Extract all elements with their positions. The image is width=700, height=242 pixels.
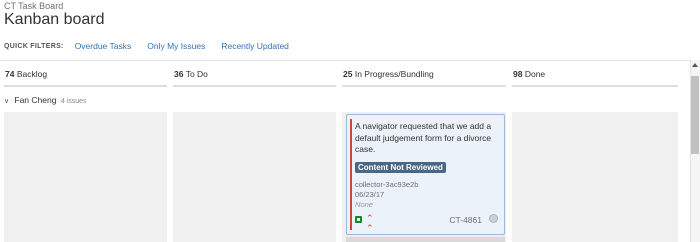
- issue-key[interactable]: CT-4861: [449, 215, 482, 225]
- column-header-in-progress: 25 In Progress/Bundling: [342, 62, 506, 87]
- priority-highest-icon: ⌃ ⌃: [366, 213, 374, 233]
- filter-overdue-tasks[interactable]: Overdue Tasks: [75, 41, 132, 51]
- column-header-done: 98 Done: [512, 62, 678, 87]
- swimlane-name: Fan Cheng: [14, 95, 57, 105]
- column-header-todo: 36 To Do: [173, 62, 336, 87]
- column-backlog: [4, 112, 167, 242]
- column-count: 98: [513, 69, 523, 79]
- issue-reporter: collector-3ac93e2b: [355, 180, 419, 189]
- scroll-up-icon[interactable]: [692, 63, 698, 67]
- column-name: Backlog: [16, 69, 48, 79]
- avatar: [489, 214, 498, 223]
- column-done: [512, 112, 678, 242]
- priority-bar: [350, 119, 352, 230]
- card-placeholder: [346, 237, 505, 242]
- column-count: 25: [343, 69, 353, 79]
- column-name: To Do: [185, 69, 208, 79]
- quick-filters: QUICK FILTERS: Overdue Tasks Only My Iss…: [4, 40, 305, 52]
- swimlane-header[interactable]: ∨ Fan Cheng 4 issues: [4, 95, 87, 105]
- column-count: 36: [174, 69, 184, 79]
- issue-card[interactable]: A navigator requested that we add a defa…: [346, 114, 505, 235]
- filter-only-my-issues[interactable]: Only My Issues: [147, 41, 205, 51]
- chevron-down-icon[interactable]: ∨: [4, 97, 12, 105]
- page-title: Kanban board: [4, 11, 105, 28]
- column-count: 74: [5, 69, 15, 79]
- column-name: In Progress/Bundling: [354, 69, 434, 79]
- column-header-backlog: 74 Backlog: [4, 62, 167, 87]
- issue-assignee-field: None: [355, 200, 373, 209]
- quick-filters-label: QUICK FILTERS:: [4, 42, 64, 50]
- story-icon: [355, 216, 362, 223]
- breadcrumb[interactable]: CT Task Board: [4, 1, 63, 11]
- header-divider: [0, 60, 700, 61]
- column-todo: [173, 112, 336, 242]
- issue-date: 06/23/17: [355, 190, 385, 199]
- filter-recently-updated[interactable]: Recently Updated: [221, 41, 289, 51]
- status-badge: Content Not Reviewed: [355, 162, 446, 173]
- column-name: Done: [524, 69, 546, 79]
- issue-summary: A navigator requested that we add a defa…: [355, 121, 492, 154]
- swimlane-issue-count: 4 issues: [60, 98, 87, 105]
- scrollbar-thumb[interactable]: [691, 76, 699, 154]
